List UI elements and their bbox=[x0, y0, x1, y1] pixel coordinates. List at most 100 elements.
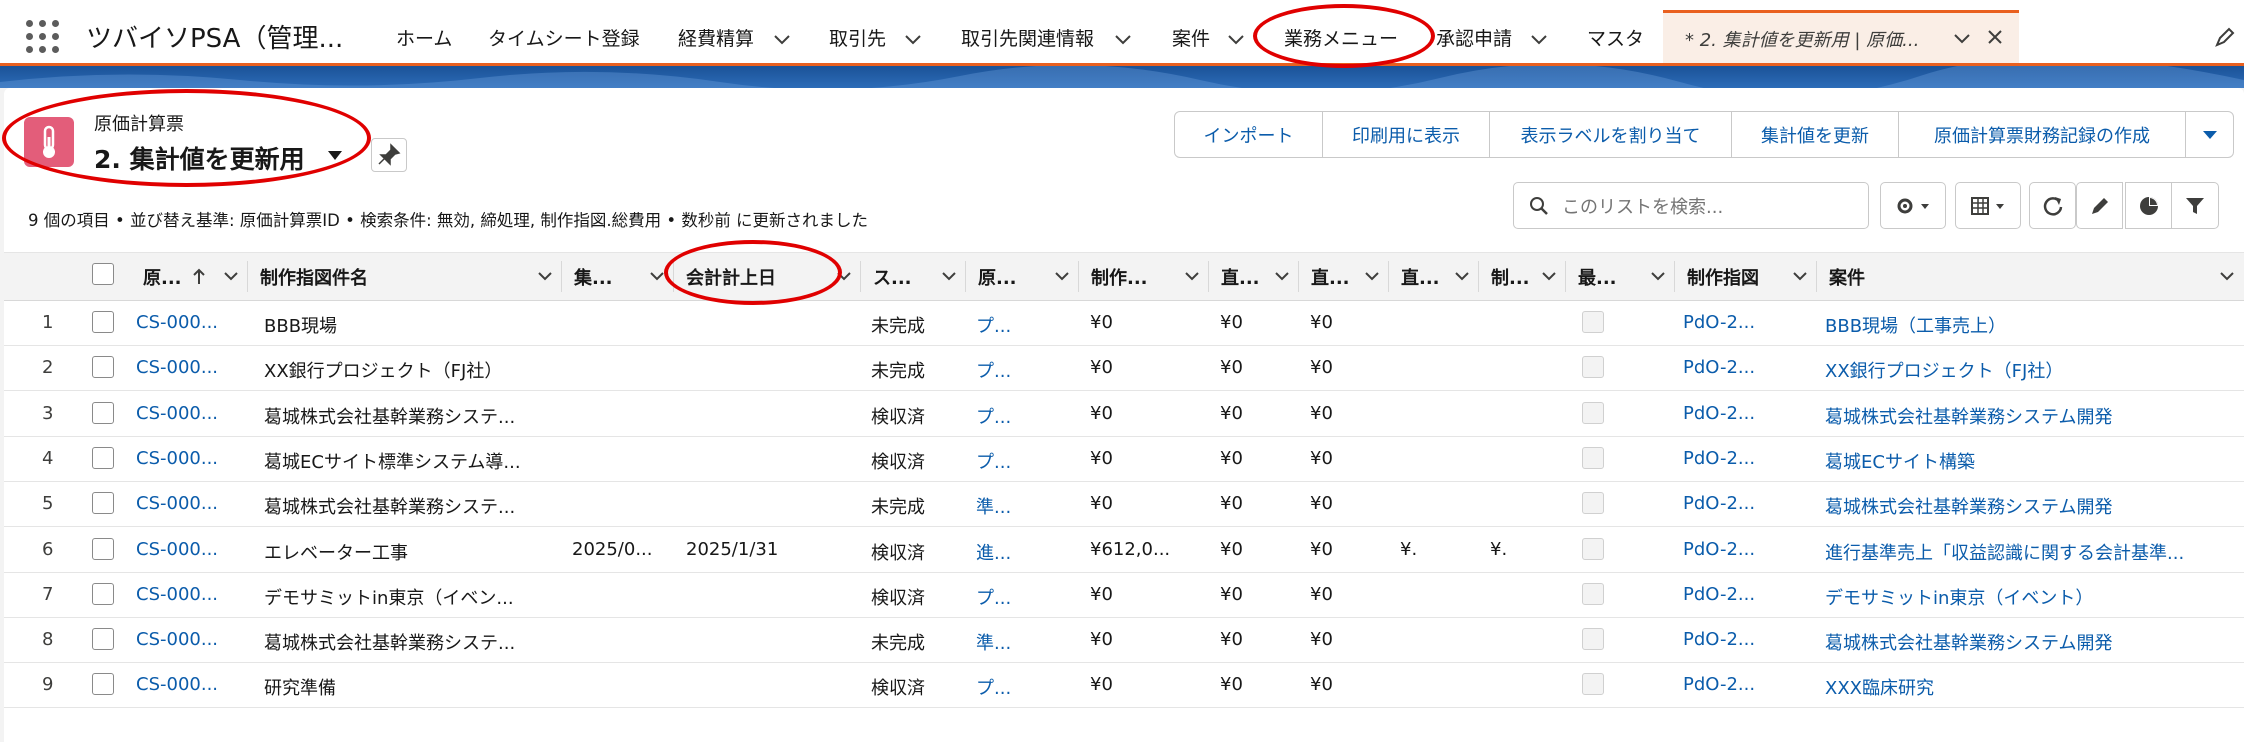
column-header-id[interactable]: 原... bbox=[131, 253, 248, 300]
list-settings-button[interactable] bbox=[1880, 182, 1946, 229]
row-select-checkbox[interactable] bbox=[92, 673, 114, 696]
cost-type-link[interactable]: 準... bbox=[976, 629, 1011, 655]
nav-item-timesheet[interactable]: タイムシート登録 bbox=[488, 24, 640, 51]
nav-item-master[interactable]: マスタ bbox=[1587, 24, 1644, 51]
nav-item-home[interactable]: ホーム bbox=[396, 24, 452, 51]
production-order-link[interactable]: PdO-2... bbox=[1683, 448, 1755, 469]
printable-view-button[interactable]: 印刷用に表示 bbox=[1322, 111, 1490, 158]
production-order-link[interactable]: PdO-2... bbox=[1683, 403, 1755, 424]
project-link[interactable]: 進行基準売上「収益認識に関する会計基準... bbox=[1825, 539, 2184, 565]
chevron-down-icon[interactable] bbox=[1112, 28, 1134, 50]
project-link[interactable]: 葛城株式会社基幹業務システム開発 bbox=[1825, 493, 2112, 519]
row-select-checkbox[interactable] bbox=[92, 311, 114, 333]
column-header-latest[interactable]: 最... bbox=[1566, 253, 1675, 300]
column-header-project[interactable]: 案件 bbox=[1817, 253, 2244, 300]
column-header-accounting-date[interactable]: 会計計上日 bbox=[674, 253, 861, 300]
cost-sheet-id-link[interactable]: CS-000... bbox=[136, 674, 218, 695]
column-header-cost-type[interactable]: 原... bbox=[966, 253, 1079, 300]
chevron-down-icon[interactable] bbox=[902, 28, 924, 50]
update-aggregates-button[interactable]: 集計値を更新 bbox=[1731, 111, 1899, 158]
cost-type-link[interactable]: プ... bbox=[976, 674, 1011, 700]
list-view-name[interactable]: 2. 集計値を更新用 bbox=[94, 140, 305, 176]
production-order-link[interactable]: PdO-2... bbox=[1683, 629, 1755, 650]
production-order-link[interactable]: PdO-2... bbox=[1683, 674, 1755, 695]
chevron-down-icon[interactable] bbox=[2218, 267, 2236, 285]
row-select-checkbox[interactable] bbox=[92, 537, 114, 560]
production-order-link[interactable]: PdO-2... bbox=[1683, 584, 1755, 605]
cost-type-link[interactable]: プ... bbox=[976, 357, 1011, 383]
project-link[interactable]: 葛城株式会社基幹業務システム開発 bbox=[1825, 629, 2112, 655]
project-link[interactable]: 葛城ECサイト構築 bbox=[1825, 448, 1975, 474]
cost-sheet-id-link[interactable]: CS-000... bbox=[136, 493, 218, 514]
filter-button[interactable] bbox=[2171, 182, 2219, 229]
list-view-selector-icon[interactable] bbox=[326, 148, 344, 162]
cost-sheet-id-link[interactable]: CS-000... bbox=[136, 584, 218, 605]
edit-nav-icon[interactable] bbox=[2214, 26, 2236, 48]
chevron-down-icon[interactable] bbox=[940, 267, 958, 285]
cost-type-link[interactable]: プ... bbox=[976, 584, 1011, 610]
column-header-production-order[interactable]: 制作指図 bbox=[1675, 253, 1817, 300]
cost-type-link[interactable]: 準... bbox=[976, 493, 1011, 519]
chevron-down-icon[interactable] bbox=[536, 267, 554, 285]
create-financial-record-button[interactable]: 原価計算票財務記録の作成 bbox=[1898, 111, 2186, 158]
app-launcher-icon[interactable] bbox=[26, 20, 60, 54]
nav-item-projects[interactable]: 案件 bbox=[1172, 24, 1210, 51]
project-link[interactable]: XXX臨床研究 bbox=[1825, 674, 1934, 700]
chevron-down-icon[interactable] bbox=[1791, 267, 1809, 285]
pin-list-button[interactable] bbox=[371, 138, 407, 172]
column-header-aggregate[interactable]: 集... bbox=[562, 253, 674, 300]
chevron-down-icon[interactable] bbox=[1363, 267, 1381, 285]
row-select-checkbox[interactable] bbox=[92, 356, 114, 379]
import-button[interactable]: インポート bbox=[1174, 111, 1323, 158]
production-order-link[interactable]: PdO-2... bbox=[1683, 357, 1755, 378]
column-header-order-name[interactable]: 制作指図件名 bbox=[248, 253, 562, 300]
column-header-production-cost[interactable]: 制作... bbox=[1079, 253, 1209, 300]
cost-sheet-id-link[interactable]: CS-000... bbox=[136, 312, 218, 333]
select-all-checkbox[interactable] bbox=[92, 263, 114, 285]
project-link[interactable]: BBB現場（工事売上） bbox=[1825, 312, 2006, 338]
chevron-down-icon[interactable] bbox=[1540, 267, 1558, 285]
chevron-down-icon[interactable] bbox=[1225, 28, 1247, 50]
more-actions-button[interactable] bbox=[2185, 111, 2234, 158]
project-link[interactable]: 葛城株式会社基幹業務システム開発 bbox=[1825, 403, 2112, 429]
nav-item-account-related[interactable]: 取引先関連情報 bbox=[961, 24, 1094, 51]
row-select-checkbox[interactable] bbox=[92, 628, 114, 651]
chevron-down-icon[interactable] bbox=[1183, 267, 1201, 285]
cost-type-link[interactable]: プ... bbox=[976, 403, 1011, 429]
search-input[interactable] bbox=[1560, 193, 1854, 221]
chevron-down-icon[interactable] bbox=[835, 267, 853, 285]
close-icon[interactable] bbox=[1985, 27, 2005, 47]
display-as-button[interactable] bbox=[1955, 182, 2021, 229]
chevron-down-icon[interactable] bbox=[1528, 28, 1550, 50]
assign-label-button[interactable]: 表示ラベルを割り当て bbox=[1489, 111, 1732, 158]
project-link[interactable]: XX銀行プロジェクト（FJ社） bbox=[1825, 357, 2063, 383]
chevron-down-icon[interactable] bbox=[1273, 267, 1291, 285]
nav-item-accounts[interactable]: 取引先 bbox=[829, 24, 886, 51]
list-search-box[interactable] bbox=[1513, 182, 1869, 229]
production-order-link[interactable]: PdO-2... bbox=[1683, 539, 1755, 560]
tab-active-list[interactable]: * 2. 集計値を更新用 | 原価... bbox=[1663, 10, 2019, 63]
cost-sheet-id-link[interactable]: CS-000... bbox=[136, 539, 218, 560]
chevron-down-icon[interactable] bbox=[1649, 267, 1667, 285]
cost-sheet-id-link[interactable]: CS-000... bbox=[136, 357, 218, 378]
cost-type-link[interactable]: プ... bbox=[976, 448, 1011, 474]
column-header-direct-1[interactable]: 直... bbox=[1209, 253, 1299, 300]
cost-type-link[interactable]: プ... bbox=[976, 312, 1011, 338]
column-header-status[interactable]: ス... bbox=[861, 253, 966, 300]
cost-type-link[interactable]: 進... bbox=[976, 539, 1011, 565]
production-order-link[interactable]: PdO-2... bbox=[1683, 493, 1755, 514]
project-link[interactable]: デモサミットin東京（イベント） bbox=[1825, 584, 2093, 610]
cost-sheet-id-link[interactable]: CS-000... bbox=[136, 403, 218, 424]
inline-edit-button[interactable] bbox=[2076, 182, 2123, 229]
cost-sheet-id-link[interactable]: CS-000... bbox=[136, 448, 218, 469]
nav-item-expense[interactable]: 経費精算 bbox=[678, 24, 754, 51]
nav-item-approval[interactable]: 承認申請 bbox=[1436, 24, 1512, 51]
column-header-manufacturing[interactable]: 制... bbox=[1479, 253, 1566, 300]
column-header-direct-2[interactable]: 直... bbox=[1299, 253, 1389, 300]
column-header-direct-3[interactable]: 直... bbox=[1389, 253, 1479, 300]
row-select-checkbox[interactable] bbox=[92, 401, 114, 424]
chevron-down-icon[interactable] bbox=[771, 28, 793, 50]
row-select-checkbox[interactable] bbox=[92, 446, 114, 469]
chevron-down-icon[interactable] bbox=[222, 267, 240, 285]
cost-sheet-id-link[interactable]: CS-000... bbox=[136, 629, 218, 650]
